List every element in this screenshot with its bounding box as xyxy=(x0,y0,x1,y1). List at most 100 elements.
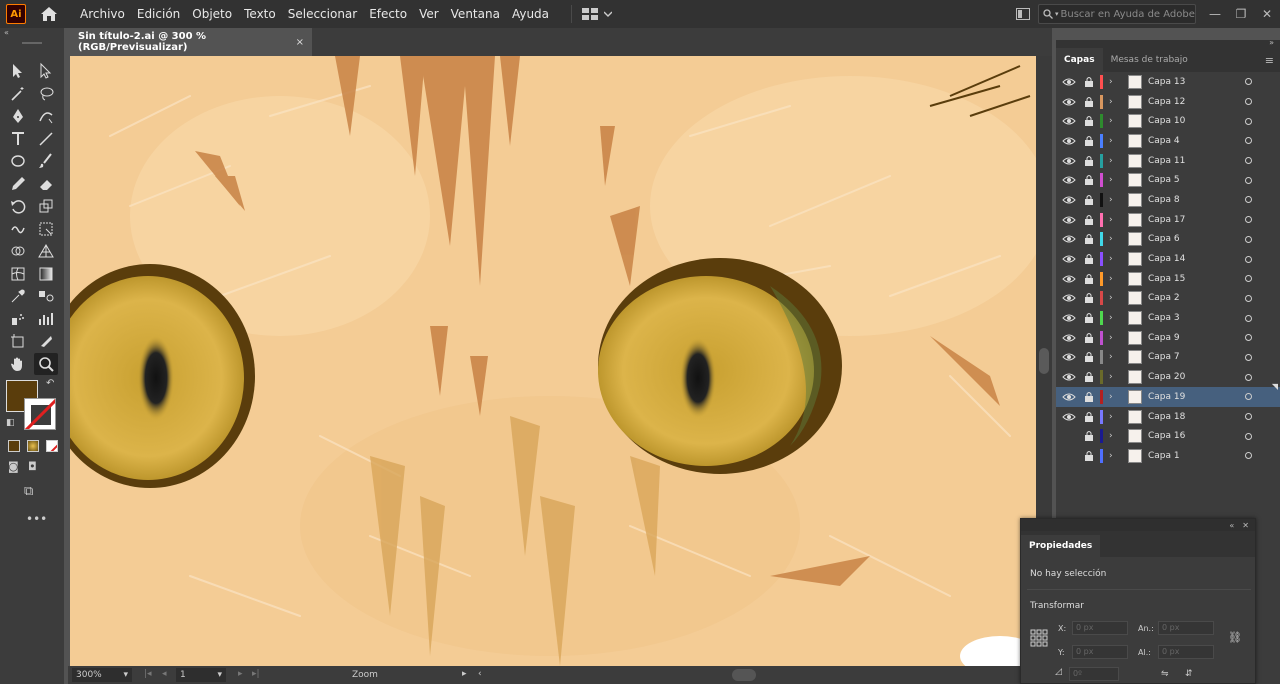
lock-icon[interactable] xyxy=(1084,332,1094,344)
menu-ventana[interactable]: Ventana xyxy=(445,0,506,28)
lasso-tool-icon[interactable] xyxy=(34,83,58,105)
lock-icon[interactable] xyxy=(1084,96,1094,108)
layer-row[interactable]: › Capa 8 xyxy=(1056,190,1280,210)
layer-name[interactable]: Capa 3 xyxy=(1148,313,1180,323)
layer-name[interactable]: Capa 16 xyxy=(1148,431,1185,441)
layer-name[interactable]: Capa 12 xyxy=(1148,97,1185,107)
layer-name[interactable]: Capa 11 xyxy=(1148,156,1185,166)
magic-wand-tool-icon[interactable] xyxy=(6,83,30,105)
layer-target-icon[interactable] xyxy=(1245,196,1252,204)
layer-row[interactable]: › Capa 18 xyxy=(1056,407,1280,427)
tab-properties[interactable]: Propiedades xyxy=(1021,535,1101,557)
layer-name[interactable]: Capa 17 xyxy=(1148,215,1185,225)
layer-target-icon[interactable] xyxy=(1245,216,1252,224)
horizontal-scroll-thumb[interactable] xyxy=(732,669,756,681)
layer-row[interactable]: › Capa 15 xyxy=(1056,269,1280,289)
lock-icon[interactable] xyxy=(1084,155,1094,167)
lock-icon[interactable] xyxy=(1084,214,1094,226)
status-menu-arrow-icon[interactable]: ▸ xyxy=(462,669,467,679)
layer-row[interactable]: › Capa 9 xyxy=(1056,328,1280,348)
zoom-tool-icon[interactable] xyxy=(34,352,58,375)
lock-icon[interactable] xyxy=(1084,135,1094,147)
swap-colors-icon[interactable]: ↶ xyxy=(46,378,54,389)
visibility-eye-icon[interactable] xyxy=(1062,136,1076,146)
expand-layer-icon[interactable]: › xyxy=(1109,175,1113,185)
lock-icon[interactable] xyxy=(1084,233,1094,245)
layer-target-icon[interactable] xyxy=(1245,98,1252,106)
workspace-switcher[interactable] xyxy=(571,5,613,23)
lock-icon[interactable] xyxy=(1084,292,1094,304)
layer-row[interactable]: › Capa 5 xyxy=(1056,170,1280,190)
layer-target-icon[interactable] xyxy=(1245,157,1252,165)
edit-toolbar-icon[interactable]: ••• xyxy=(26,512,47,526)
layer-name[interactable]: Capa 2 xyxy=(1148,293,1180,303)
lock-icon[interactable] xyxy=(1084,411,1094,423)
hand-tool-icon[interactable] xyxy=(6,353,30,375)
expand-layer-icon[interactable]: › xyxy=(1109,392,1113,402)
lock-icon[interactable] xyxy=(1084,174,1094,186)
pencil-tool-icon[interactable] xyxy=(6,173,30,195)
layer-name[interactable]: Capa 20 xyxy=(1148,372,1185,382)
layer-name[interactable]: Capa 7 xyxy=(1148,352,1180,362)
next-artboard-icon[interactable]: ▸ xyxy=(238,669,243,679)
visibility-eye-icon[interactable] xyxy=(1062,77,1076,87)
layer-row[interactable]: › Capa 12 xyxy=(1056,92,1280,112)
constrain-proportions-icon[interactable]: ⛓ xyxy=(1228,631,1242,644)
lock-icon[interactable] xyxy=(1084,371,1094,383)
selection-tool-icon[interactable] xyxy=(6,60,30,82)
layer-target-icon[interactable] xyxy=(1245,117,1252,125)
width-input[interactable]: 0 px xyxy=(1158,621,1214,635)
expand-layer-icon[interactable]: › xyxy=(1109,156,1113,166)
layer-target-icon[interactable] xyxy=(1245,393,1252,401)
layer-target-icon[interactable] xyxy=(1245,413,1252,421)
pen-tool-icon[interactable] xyxy=(6,105,30,127)
eraser-tool-icon[interactable] xyxy=(34,173,58,195)
layer-name[interactable]: Capa 5 xyxy=(1148,175,1180,185)
expand-layer-icon[interactable]: › xyxy=(1109,451,1113,461)
help-search-input[interactable]: ▾ Buscar en Ayuda de Adobe xyxy=(1038,4,1196,24)
layer-row[interactable]: › Capa 6 xyxy=(1056,230,1280,250)
flip-horizontal-icon[interactable]: ⇋ xyxy=(1161,669,1169,679)
color-mode-icon[interactable] xyxy=(8,440,20,452)
expand-layer-icon[interactable]: › xyxy=(1109,372,1113,382)
layer-name[interactable]: Capa 19 xyxy=(1148,392,1185,402)
artboard-tool-icon[interactable] xyxy=(6,330,30,352)
lock-icon[interactable] xyxy=(1084,115,1094,127)
visibility-eye-icon[interactable] xyxy=(1062,274,1076,284)
expand-layer-icon[interactable]: › xyxy=(1109,234,1113,244)
gradient-tool-icon[interactable] xyxy=(34,263,58,285)
layer-target-icon[interactable] xyxy=(1245,432,1252,440)
layer-target-icon[interactable] xyxy=(1245,452,1252,460)
layer-target-icon[interactable] xyxy=(1245,314,1252,322)
rotate-angle-input[interactable]: 0º xyxy=(1069,667,1119,681)
layer-name[interactable]: Capa 15 xyxy=(1148,274,1185,284)
layer-row[interactable]: › Capa 19 xyxy=(1056,387,1280,407)
draw-normal-icon[interactable]: ◙ xyxy=(8,460,19,473)
menu-objeto[interactable]: Objeto xyxy=(186,0,238,28)
visibility-eye-icon[interactable] xyxy=(1062,254,1076,264)
layer-target-icon[interactable] xyxy=(1245,235,1252,243)
layer-row[interactable]: › Capa 13 xyxy=(1056,72,1280,92)
layer-target-icon[interactable] xyxy=(1245,294,1252,302)
layer-target-icon[interactable] xyxy=(1245,334,1252,342)
expand-layer-icon[interactable]: › xyxy=(1109,313,1113,323)
visibility-eye-icon[interactable] xyxy=(1062,234,1076,244)
draw-behind-icon[interactable]: ◘ xyxy=(28,460,37,473)
layer-row[interactable]: › Capa 1 xyxy=(1056,446,1280,466)
menu-archivo[interactable]: Archivo xyxy=(74,0,131,28)
y-input[interactable]: 0 px xyxy=(1072,645,1128,659)
layer-row[interactable]: › Capa 14 xyxy=(1056,249,1280,269)
shape-builder-tool-icon[interactable] xyxy=(6,240,30,262)
visibility-eye-icon[interactable] xyxy=(1062,293,1076,303)
first-artboard-icon[interactable]: |◂ xyxy=(144,669,152,679)
layer-row[interactable]: › Capa 2 xyxy=(1056,289,1280,309)
layer-row[interactable]: › Capa 17 xyxy=(1056,210,1280,230)
lock-icon[interactable] xyxy=(1084,430,1094,442)
arrange-documents-icon[interactable] xyxy=(1016,8,1030,20)
lock-icon[interactable] xyxy=(1084,351,1094,363)
layer-name[interactable]: Capa 1 xyxy=(1148,451,1180,461)
expand-layer-icon[interactable]: › xyxy=(1109,431,1113,441)
panel-menu-icon[interactable]: ≡ xyxy=(1265,54,1274,67)
expand-layer-icon[interactable]: › xyxy=(1109,215,1113,225)
lock-icon[interactable] xyxy=(1084,194,1094,206)
